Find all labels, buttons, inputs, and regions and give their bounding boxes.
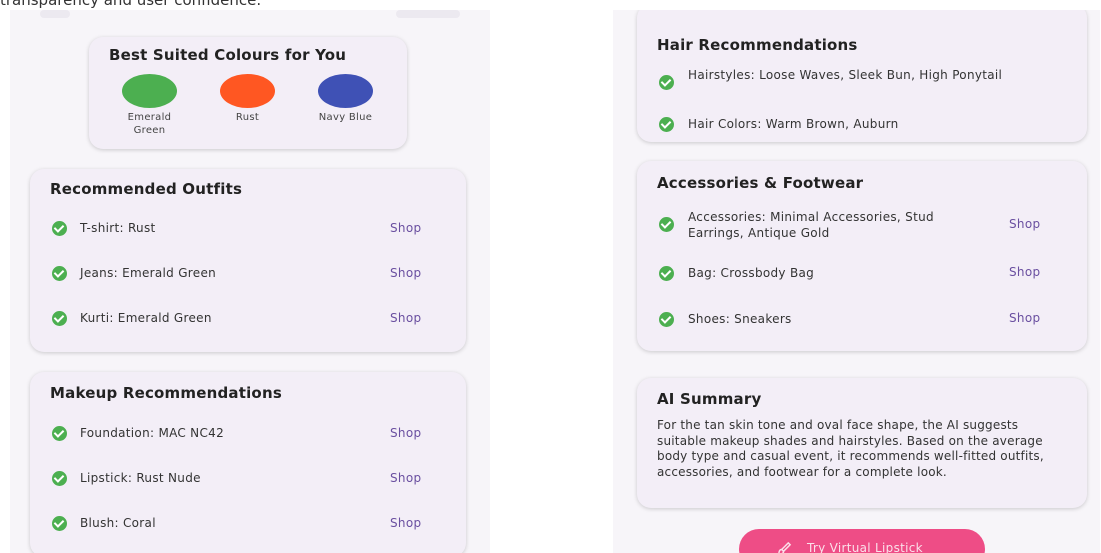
list-item-text: Jeans: Emerald Green [80,266,217,280]
check-icon [659,312,674,327]
status-time [40,10,70,18]
list-item-text: Bag: Crossbody Bag [688,266,815,280]
accessories-title: Accessories & Footwear [657,174,864,192]
list-item: Hairstyles: Loose Waves, Sleek Bun, High… [637,66,1087,102]
summary-text: For the tan skin tone and oval face shap… [657,418,1044,479]
outfits-card: Recommended Outfits T-shirt: Rust Shop J… [30,169,466,352]
list-item: Blush: Coral Shop [30,508,466,538]
shop-button[interactable]: Shop [390,311,421,325]
shop-button[interactable]: Shop [390,426,421,440]
swatch-label: Navy Blue [318,112,373,123]
check-icon [659,117,674,132]
list-item: Hair Colors: Warm Brown, Auburn [637,110,1087,140]
check-icon [52,516,67,531]
swatch-emerald-green [122,74,177,108]
list-item-text: Blush: Coral [80,516,156,530]
check-icon [52,266,67,281]
shop-button[interactable]: Shop [1009,217,1040,231]
try-virtual-lipstick-label: Try Virtual Lipstick [807,541,923,553]
check-icon [52,221,67,236]
list-item: Accessories: Minimal Accessories, Stud E… [637,207,1087,243]
shop-button[interactable]: Shop [390,516,421,530]
swatch-navy-blue [318,74,373,108]
makeup-title: Makeup Recommendations [50,384,282,402]
makeup-card: Makeup Recommendations Foundation: MAC N… [30,372,466,553]
outfits-title: Recommended Outfits [50,180,243,198]
swatch-label: Rust [235,112,260,123]
status-bar [10,10,490,24]
shop-button[interactable]: Shop [390,471,421,485]
shop-button[interactable]: Shop [390,266,421,280]
list-item-text: Shoes: Sneakers [688,312,792,326]
list-item: Kurti: Emerald Green Shop [30,303,466,333]
swatch-rust [220,74,275,108]
list-item-text: Accessories: Minimal Accessories, Stud E… [688,210,934,240]
list-item: Shoes: Sneakers Shop [637,306,1087,336]
shop-button[interactable]: Shop [1009,311,1040,325]
accessories-card: Accessories & Footwear Accessories: Mini… [637,161,1087,351]
check-icon [52,426,67,441]
list-item: Foundation: MAC NC42 Shop [30,418,466,448]
list-item: Lipstick: Rust Nude Shop [30,463,466,493]
phone-screen-right: Hair Recommendations Hairstyles: Loose W… [613,10,1100,553]
hair-title: Hair Recommendations [657,36,858,54]
list-item-text: Kurti: Emerald Green [80,311,212,325]
check-icon [52,471,67,486]
list-item-text: Lipstick: Rust Nude [80,471,201,485]
status-icons [396,10,460,18]
summary-title: AI Summary [657,390,762,408]
list-item: Bag: Crossbody Bag Shop [637,260,1087,290]
brush-icon [778,541,792,553]
check-icon [659,266,674,281]
hair-card: Hair Recommendations Hairstyles: Loose W… [637,10,1087,142]
list-item-text: T-shirt: Rust [80,221,156,235]
phone-screen-left: Best Suited Colours for You Emerald Gree… [10,10,490,553]
check-icon [52,311,67,326]
summary-card: AI Summary For the tan skin tone and ova… [637,378,1087,508]
check-icon [659,217,674,232]
list-item: Jeans: Emerald Green Shop [30,258,466,288]
colours-card: Best Suited Colours for You Emerald Gree… [89,37,407,149]
shop-button[interactable]: Shop [390,221,421,235]
list-item-text: Foundation: MAC NC42 [80,426,225,440]
shop-button[interactable]: Shop [1009,265,1040,279]
list-item-text: Hair Colors: Warm Brown, Auburn [688,117,899,131]
list-item-text: Hairstyles: Loose Waves, Sleek Bun, High… [688,68,1003,82]
check-icon [659,75,674,90]
try-virtual-lipstick-button[interactable]: Try Virtual Lipstick [739,529,985,553]
swatch-label: Emerald Green [127,112,172,136]
caption-text: transparency and user confidence. [0,0,262,9]
colours-title: Best Suited Colours for You [109,46,347,64]
list-item: T-shirt: Rust Shop [30,214,466,244]
